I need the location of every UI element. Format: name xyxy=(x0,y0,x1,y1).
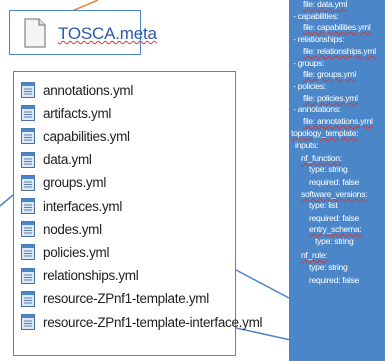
yaml-line: file: annotations.yml xyxy=(303,116,373,126)
yml-file-icon xyxy=(21,198,35,214)
yaml-line: file: policies.yml xyxy=(303,93,358,103)
files-connector-line xyxy=(0,194,14,207)
file-list-item[interactable]: relationships.yml xyxy=(21,266,139,286)
file-name: capabilities.yml xyxy=(43,128,130,144)
tosca-package-diagram: TOSCA.meta annotations.yml artifacts.yml c… xyxy=(0,0,385,361)
yaml-line: type: string xyxy=(315,236,354,246)
yaml-line: nf_function: xyxy=(301,153,342,163)
yml-file-icon xyxy=(21,267,35,284)
yaml-line: inputs: xyxy=(295,140,319,150)
file-name: interfaces.yml xyxy=(43,198,123,214)
yml-file-icon xyxy=(21,151,35,168)
yaml-line: file: capabilities.yml xyxy=(303,22,371,32)
yaml-line: type: list xyxy=(309,200,338,210)
file-name: groups.yml xyxy=(43,175,107,191)
file-name: policies.yml xyxy=(43,244,110,260)
file-list-item[interactable]: resource-ZPnf1-template.yml xyxy=(21,289,209,309)
file-list-item[interactable]: annotations.yml xyxy=(21,80,133,100)
yaml-line: nf_role: xyxy=(301,250,328,260)
yml-file-icon xyxy=(21,174,35,191)
yaml-line: - policies: xyxy=(293,81,326,91)
yaml-line: required: false xyxy=(309,275,359,285)
yml-file-icon xyxy=(21,221,35,238)
yaml-line: software_versions: xyxy=(301,189,368,199)
yml-file-icon xyxy=(21,105,35,122)
yaml-line: file: relationships.yml xyxy=(303,46,376,56)
yaml-content-panel: file: data.yml - capabilities: file: capab… xyxy=(289,0,385,361)
file-list-item[interactable]: resource-ZPnf1-template-interface.yml xyxy=(21,312,263,332)
yaml-line: - annotations: xyxy=(293,104,341,114)
file-name: annotations.yml xyxy=(43,82,134,98)
file-name: resource-ZPnf1-template.yml xyxy=(43,291,209,307)
file-name: artifacts.yml xyxy=(43,105,112,121)
file-list-item[interactable]: artifacts.yml xyxy=(21,103,111,123)
document-icon xyxy=(24,18,46,48)
tosca-meta-label: TOSCA.meta xyxy=(58,24,157,43)
yml-file-icon xyxy=(21,314,35,330)
yml-file-icon xyxy=(21,82,35,98)
file-list-item[interactable]: policies.yml xyxy=(21,242,109,262)
yaml-line: - capabilities: xyxy=(293,11,339,21)
file-name: relationships.yml xyxy=(43,268,139,284)
yaml-line: file: data.yml xyxy=(303,0,348,9)
yml-file-icon xyxy=(21,290,35,307)
yml-file-icon xyxy=(21,128,35,145)
definitions-file-list: annotations.yml artifacts.yml capabilities… xyxy=(13,71,263,356)
yaml-line: - groups: xyxy=(293,58,325,68)
tosca-meta-box: TOSCA.meta xyxy=(9,10,157,55)
yaml-line: required: false xyxy=(309,213,359,223)
file-list-item[interactable]: nodes.yml xyxy=(21,219,102,239)
file-list-item[interactable]: groups.yml xyxy=(21,173,106,193)
file-name: nodes.yml xyxy=(43,221,102,237)
yml-file-icon xyxy=(21,244,35,261)
file-list-item[interactable]: capabilities.yml xyxy=(21,126,130,146)
file-list-item[interactable]: data.yml xyxy=(21,150,92,170)
file-list-item[interactable]: interfaces.yml xyxy=(21,196,122,216)
yaml-line: required: false xyxy=(309,177,359,187)
yaml-line: type: string xyxy=(309,164,348,174)
yaml-line: file: groups.yml xyxy=(303,69,356,79)
file-name: resource-ZPnf1-template-interface.yml xyxy=(43,314,263,330)
yaml-line: topology_template: xyxy=(291,128,359,138)
yaml-line: entry_schema: xyxy=(309,224,362,234)
file-name: data.yml xyxy=(43,152,92,168)
yaml-line: type: string xyxy=(309,262,348,272)
yaml-line: - relationships: xyxy=(293,34,345,44)
